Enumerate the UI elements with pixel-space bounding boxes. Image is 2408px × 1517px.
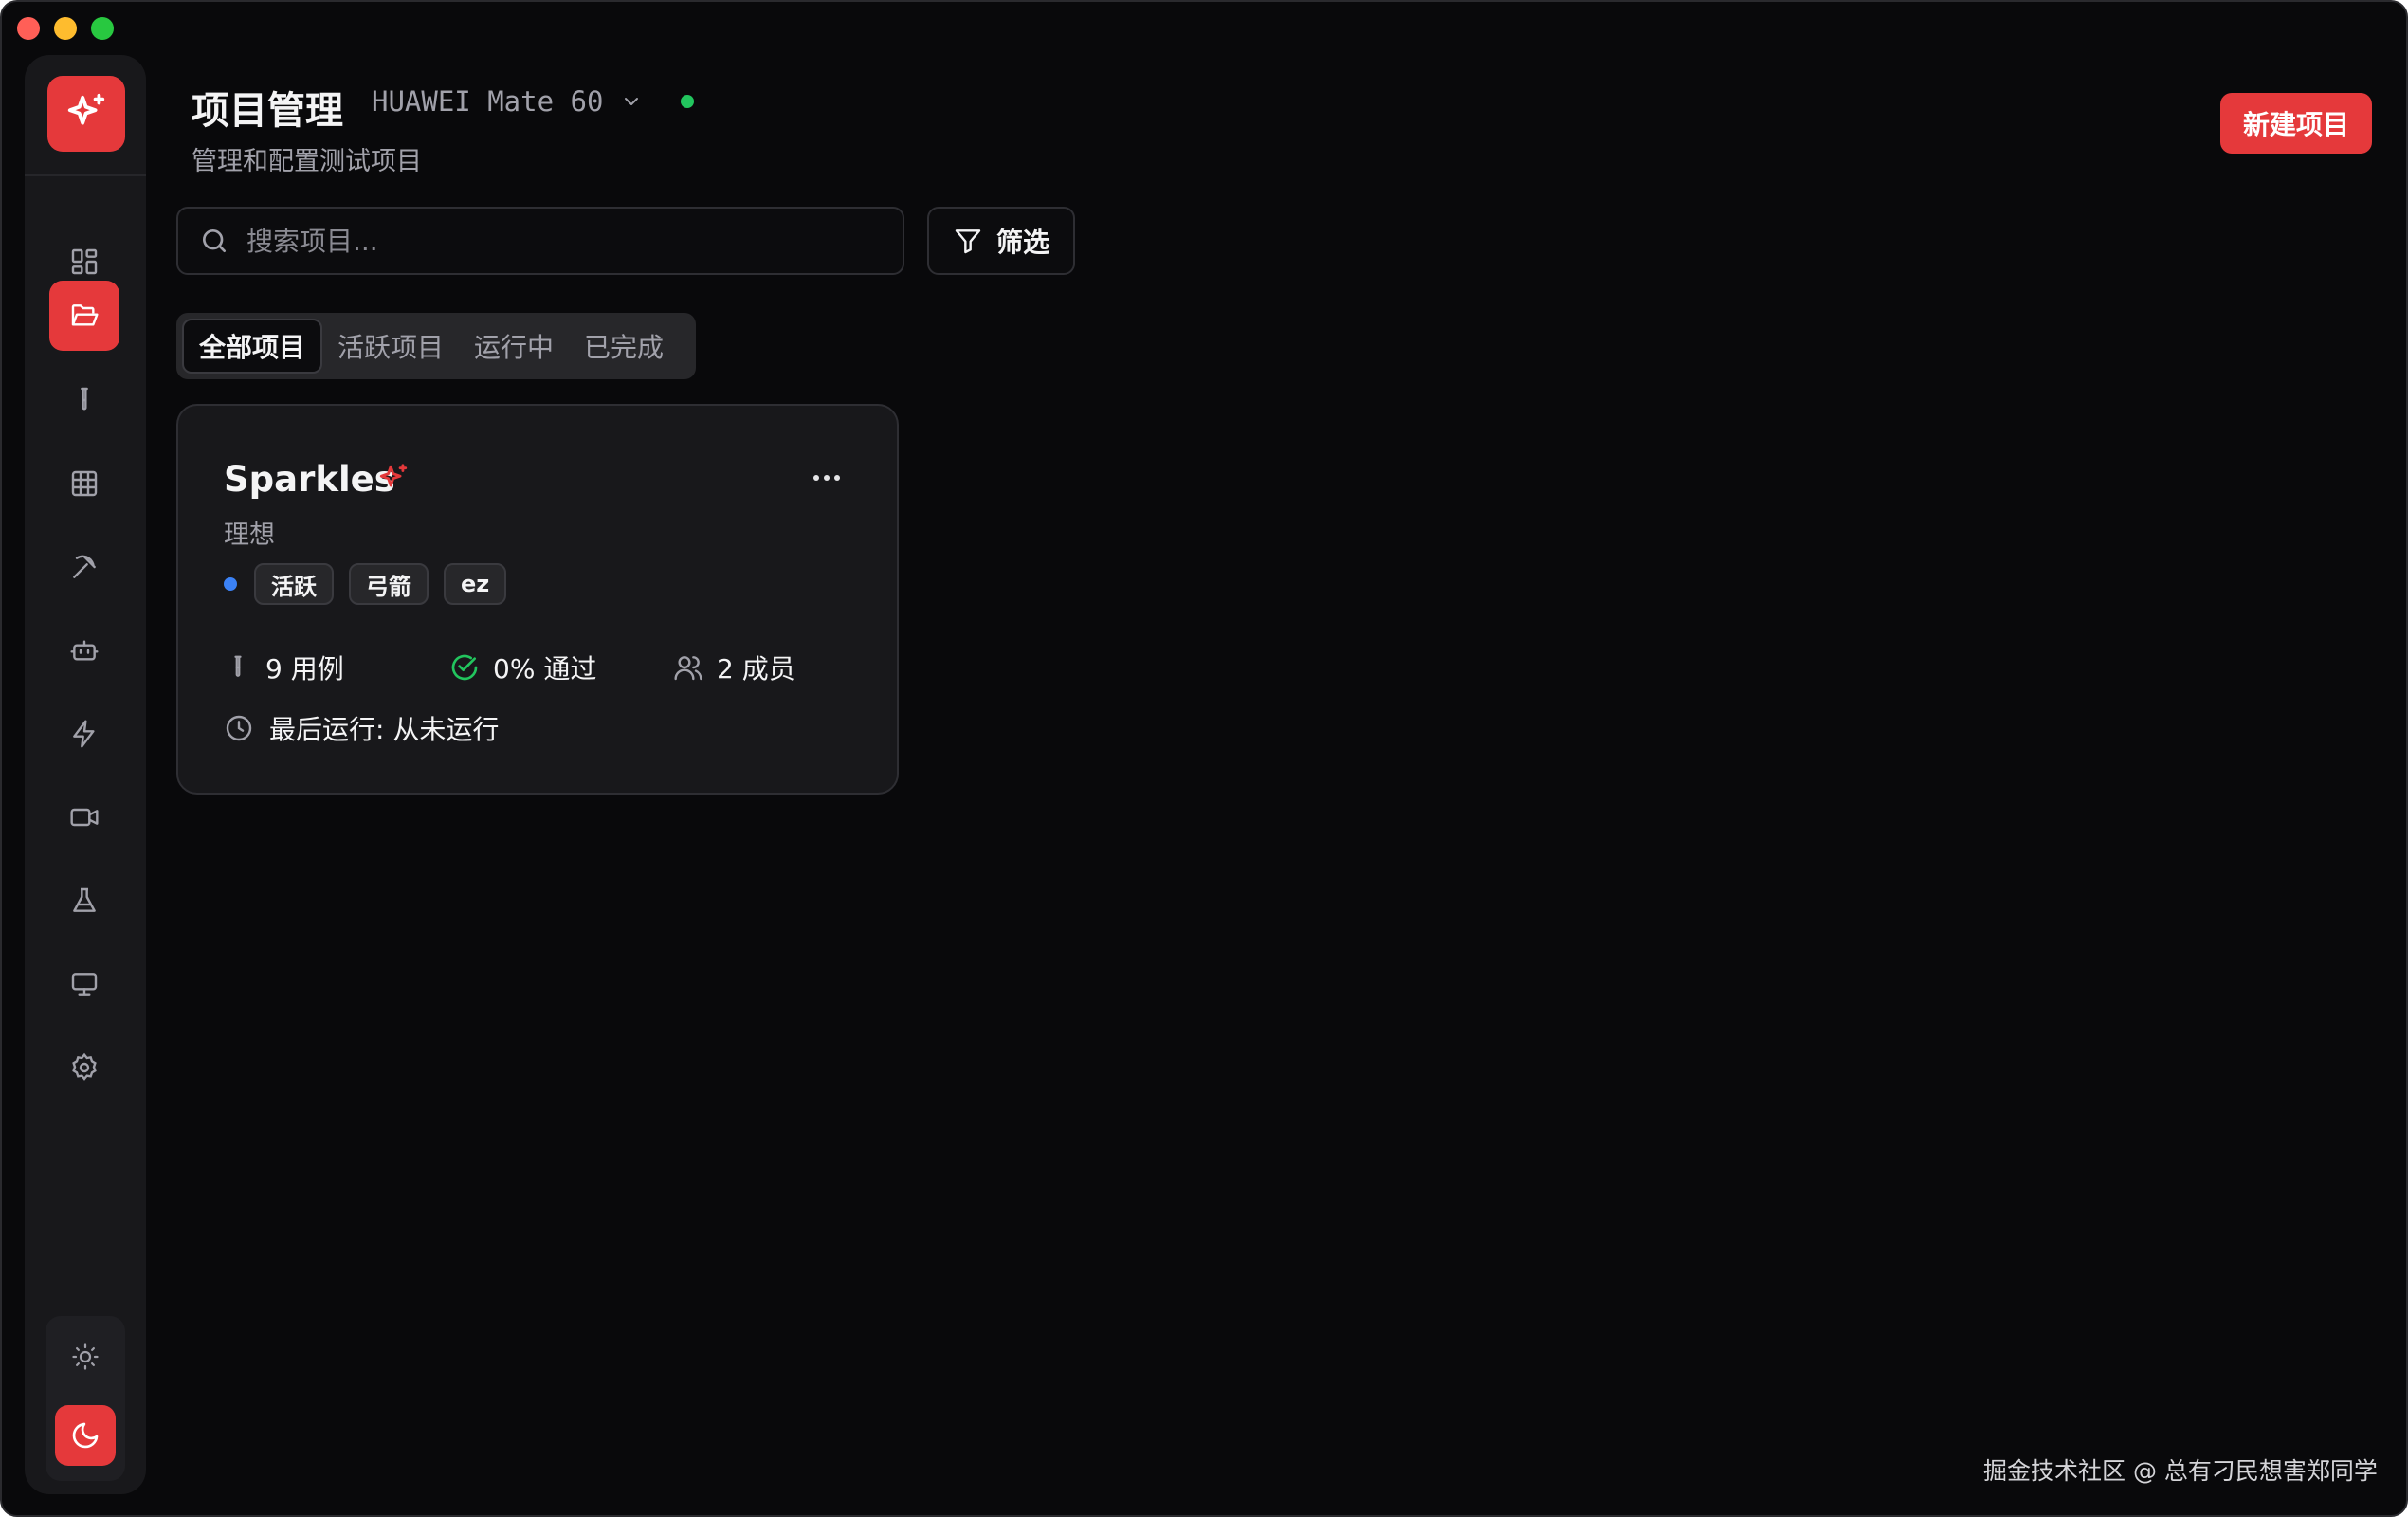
video-icon xyxy=(70,808,99,827)
dashboard-icon xyxy=(71,248,98,275)
nav-automation[interactable] xyxy=(49,700,119,768)
search-icon xyxy=(203,229,226,252)
nav-bot[interactable] xyxy=(49,616,119,685)
test-tube-icon xyxy=(234,655,242,677)
project-tag: 弓箭 xyxy=(349,563,429,605)
new-project-button[interactable]: 新建项目 xyxy=(2220,93,2372,154)
filter-label: 筛选 xyxy=(995,227,1049,258)
filter-icon xyxy=(955,229,981,254)
minimize-window-button[interactable] xyxy=(54,17,77,40)
sparkles-icon xyxy=(379,464,408,487)
last-run-info: 最后运行: 从未运行 xyxy=(224,709,499,747)
light-theme-button[interactable] xyxy=(55,1327,116,1386)
pass-rate: 0% 通过 xyxy=(493,653,597,685)
flask-icon xyxy=(73,887,96,912)
search-box xyxy=(176,207,904,275)
device-selector[interactable]: HUAWEI Mate 60 xyxy=(372,85,695,118)
project-tags: 活跃 弓箭 ez xyxy=(224,563,507,605)
test-tube-icon xyxy=(81,387,88,411)
member-count: 2 成员 xyxy=(717,653,795,685)
nav-devices[interactable] xyxy=(49,950,119,1018)
sidebar-divider xyxy=(25,174,146,176)
project-tabs: 全部项目 活跃项目 运行中 已完成 xyxy=(176,313,696,379)
more-options-button[interactable] xyxy=(804,459,849,497)
sun-icon xyxy=(72,1343,99,1370)
tab-running[interactable]: 运行中 xyxy=(459,319,569,374)
tab-active-projects[interactable]: 活跃项目 xyxy=(322,319,459,374)
ellipsis-dot xyxy=(824,475,830,481)
close-window-button[interactable] xyxy=(17,17,40,40)
nav-settings[interactable] xyxy=(49,1033,119,1102)
pickaxe-icon xyxy=(73,555,96,578)
status-badge: 活跃 xyxy=(254,563,334,605)
window-controls xyxy=(17,17,114,40)
project-description: 理想 xyxy=(224,521,275,550)
monitor-icon xyxy=(71,973,98,996)
bot-icon xyxy=(70,640,99,661)
nav-lab[interactable] xyxy=(49,867,119,935)
grid-icon xyxy=(71,470,98,497)
dark-theme-button[interactable] xyxy=(55,1405,116,1466)
moon-icon xyxy=(72,1422,99,1449)
project-card[interactable]: Sparkles 理想 活跃 弓箭 ez 9 用例 0% 通过 2 成员 最后运… xyxy=(176,404,899,795)
stat-members: 2 成员 xyxy=(673,649,795,686)
sparkles-icon xyxy=(67,93,105,125)
clock-icon xyxy=(226,715,252,741)
test-case-count: 9 用例 xyxy=(265,653,344,685)
tab-completed[interactable]: 已完成 xyxy=(569,319,679,374)
project-status-dot xyxy=(224,577,237,591)
ellipsis-dot xyxy=(834,475,840,481)
nav-projects[interactable] xyxy=(49,281,119,351)
page-title: 项目管理 xyxy=(192,89,343,133)
project-tag: ez xyxy=(444,563,507,605)
folder-open-icon xyxy=(71,304,99,326)
maximize-window-button[interactable] xyxy=(91,17,114,40)
nav-table[interactable] xyxy=(49,449,119,518)
watermark-text: 掘金技术社区 @ 总有刁民想害郑同学 xyxy=(1983,1457,2378,1485)
users-icon xyxy=(674,656,702,681)
check-circle-icon xyxy=(451,654,478,681)
app-window: 项目管理 HUAWEI Mate 60 管理和配置测试项目 新建项目 筛选 全部… xyxy=(0,0,2408,1517)
chevron-down-icon xyxy=(625,98,639,105)
nav-test-cases[interactable] xyxy=(49,366,119,434)
nav-recording[interactable] xyxy=(49,783,119,851)
stat-test-cases: 9 用例 xyxy=(224,649,344,686)
project-name: Sparkles xyxy=(224,459,395,500)
page-subtitle: 管理和配置测试项目 xyxy=(192,147,422,176)
search-input[interactable] xyxy=(246,225,853,257)
filter-button[interactable]: 筛选 xyxy=(927,207,1075,275)
nav-tools[interactable] xyxy=(49,533,119,601)
stat-pass-rate: 0% 通过 xyxy=(449,649,596,686)
connection-status-dot xyxy=(681,95,695,108)
tab-all-projects[interactable]: 全部项目 xyxy=(182,319,323,374)
settings-icon xyxy=(72,1052,97,1081)
last-run-text: 最后运行: 从未运行 xyxy=(269,714,500,745)
app-logo[interactable] xyxy=(47,76,125,152)
sidebar xyxy=(25,55,146,1494)
theme-switcher xyxy=(46,1316,125,1481)
device-name: HUAWEI Mate 60 xyxy=(372,85,604,118)
zap-icon xyxy=(73,720,95,748)
ellipsis-dot xyxy=(813,475,819,481)
